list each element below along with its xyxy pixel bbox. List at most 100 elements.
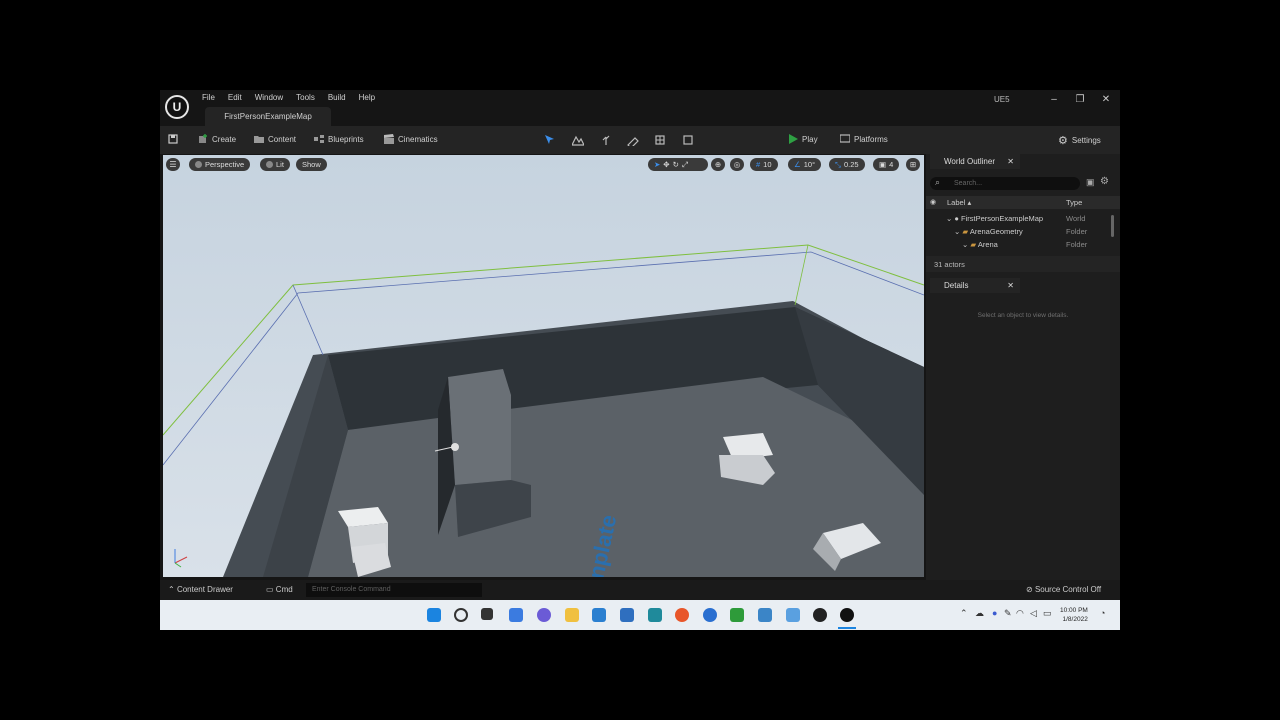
unreal-taskbar-icon[interactable]: [840, 608, 854, 622]
outliner-tab-close-icon[interactable]: ✕: [1007, 154, 1014, 169]
lit-button[interactable]: Lit: [260, 158, 290, 171]
platforms-label: Platforms: [854, 134, 888, 144]
camera-speed-button[interactable]: ▣ 4: [873, 158, 900, 171]
save-button[interactable]: [168, 134, 178, 144]
grid-snap-button[interactable]: # 10: [750, 158, 778, 171]
tray-mic-icon[interactable]: ●: [992, 608, 997, 618]
show-button[interactable]: Show: [296, 158, 327, 171]
outliner-search-input[interactable]: Search...: [930, 177, 1080, 190]
settings-button[interactable]: ⚙ Settings: [1058, 134, 1101, 147]
store-icon[interactable]: [592, 608, 606, 622]
obs-icon[interactable]: [813, 608, 827, 622]
show-label: Show: [302, 160, 321, 169]
source-control-button[interactable]: ⊘ Source Control Off: [1026, 585, 1101, 594]
cmd-button[interactable]: ▭ Cmd: [266, 585, 293, 594]
platforms-button[interactable]: Platforms: [840, 134, 888, 144]
rotation-snap-value: 10°: [803, 160, 816, 169]
menu-help[interactable]: Help: [359, 93, 382, 102]
wifi-icon[interactable]: ◠: [1016, 608, 1024, 619]
widgets-icon[interactable]: [509, 608, 523, 622]
transform-tools[interactable]: ➤ ✥ ↻ ⤢: [648, 158, 708, 171]
label-column-header[interactable]: Label ▴: [947, 198, 971, 207]
landscape-mode-icon[interactable]: [572, 134, 584, 146]
select-mode-icon[interactable]: [544, 134, 556, 146]
rotation-snap-button[interactable]: ∠ 10°: [788, 158, 822, 171]
level-viewport[interactable]: nplate ☰ Perspective Lit Show ➤ ✥ ↻ ⤢ ⊕: [163, 155, 924, 577]
scale-snap-button[interactable]: ⤡ 0.25: [829, 158, 865, 171]
volume-icon[interactable]: ◁: [1030, 608, 1037, 619]
mail-icon[interactable]: [620, 608, 634, 622]
status-bar: ⌃ Content Drawer ▭ Cmd Enter Console Com…: [160, 580, 1120, 600]
tray-chevron-up-icon[interactable]: ⌃: [960, 608, 968, 619]
details-tab-close-icon[interactable]: ✕: [1007, 278, 1014, 293]
source-control-label: Source Control Off: [1034, 585, 1102, 594]
perspective-button[interactable]: Perspective: [189, 158, 251, 171]
surface-snap-toggle[interactable]: ◎: [730, 158, 744, 171]
create-label: Create: [212, 134, 237, 144]
create-button[interactable]: Create: [198, 134, 236, 144]
rotate-icon: ↻: [672, 160, 679, 169]
outliner-row-world[interactable]: ⌄ ● FirstPersonExampleMap: [946, 214, 1043, 223]
outliner-settings-icon[interactable]: ⚙: [1100, 176, 1109, 187]
main-toolbar: Create Content Blueprints Cinematics Pla…: [160, 126, 1120, 154]
system-clock[interactable]: 10:00 PM 1/8/2022: [1060, 606, 1088, 624]
scale-icon: ⤢: [681, 160, 688, 169]
tray-pen-icon[interactable]: ✎: [1004, 608, 1012, 619]
type-column-header[interactable]: Type: [1066, 198, 1082, 207]
menu-build[interactable]: Build: [328, 93, 353, 102]
menu-file[interactable]: File: [202, 93, 222, 102]
outliner-scrollbar[interactable]: [1111, 215, 1114, 237]
map-tab[interactable]: FirstPersonExampleMap: [205, 107, 331, 126]
search-taskbar-icon[interactable]: [454, 608, 468, 622]
unreal-logo-icon[interactable]: U: [165, 95, 189, 119]
maximize-viewport-button[interactable]: ⊞: [906, 158, 920, 171]
windows-start-icon[interactable]: [427, 608, 441, 622]
video-camera-icon: ▣: [879, 160, 887, 169]
outliner-row-arenageometry[interactable]: ⌄ ▰ ArenaGeometry: [954, 227, 1023, 236]
file-explorer-icon[interactable]: [565, 608, 579, 622]
content-drawer-button[interactable]: ⌃ Content Drawer: [168, 585, 233, 594]
cinematics-label: Cinematics: [398, 134, 438, 144]
minimize-icon[interactable]: –: [1046, 94, 1062, 105]
content-label: Content: [268, 134, 297, 144]
console-command-input[interactable]: Enter Console Command: [306, 583, 482, 597]
translate-icon: ✥: [663, 160, 670, 169]
clapper-icon: [384, 134, 394, 144]
foliage-mode-icon[interactable]: [600, 134, 612, 146]
paint-mode-icon[interactable]: [627, 134, 639, 146]
xbox-icon[interactable]: [730, 608, 744, 622]
close-icon[interactable]: ✕: [1098, 94, 1114, 105]
menu-edit[interactable]: Edit: [228, 93, 249, 102]
outliner-row-arena[interactable]: ⌄ ▰ Arena: [962, 240, 998, 249]
search-icon: ⌕: [935, 177, 941, 187]
play-button[interactable]: Play: [788, 134, 818, 144]
modeling-mode-icon[interactable]: [654, 134, 666, 146]
layout-icon: ⊞: [909, 160, 917, 169]
menu-window[interactable]: Window: [255, 93, 290, 102]
battery-icon[interactable]: ▭: [1043, 608, 1052, 619]
camera-speed-value: 4: [889, 160, 894, 169]
folder-icon: [254, 136, 264, 143]
world-outliner-tab[interactable]: World Outliner ✕: [930, 154, 1020, 169]
menu-tools[interactable]: Tools: [296, 93, 322, 102]
tray-cloud-icon[interactable]: ☁: [975, 608, 984, 619]
task-view-icon[interactable]: [481, 608, 493, 620]
fracture-mode-icon[interactable]: [682, 134, 694, 146]
add-folder-icon[interactable]: ▣: [1086, 177, 1095, 188]
unreal-editor-window: U File Edit Window Tools Build Help Firs…: [160, 90, 1120, 630]
details-tab[interactable]: Details ✕: [930, 278, 1020, 293]
cinematics-button[interactable]: Cinematics: [384, 134, 438, 144]
notifications-icon[interactable]: ◔: [1100, 608, 1105, 618]
viewport-menu-button[interactable]: ☰: [166, 158, 180, 171]
bluetooth-app-icon[interactable]: [703, 608, 717, 622]
world-local-toggle[interactable]: ⊕: [711, 158, 725, 171]
app-icon[interactable]: [648, 608, 662, 622]
maximize-icon[interactable]: ❐: [1072, 94, 1088, 105]
firefox-icon[interactable]: [675, 608, 689, 622]
blueprints-button[interactable]: Blueprints: [314, 134, 364, 144]
photos-icon[interactable]: [758, 608, 772, 622]
screen-snip-icon[interactable]: [786, 608, 800, 622]
chat-icon[interactable]: [537, 608, 551, 622]
active-app-indicator: [838, 627, 856, 629]
content-button[interactable]: Content: [254, 134, 296, 144]
